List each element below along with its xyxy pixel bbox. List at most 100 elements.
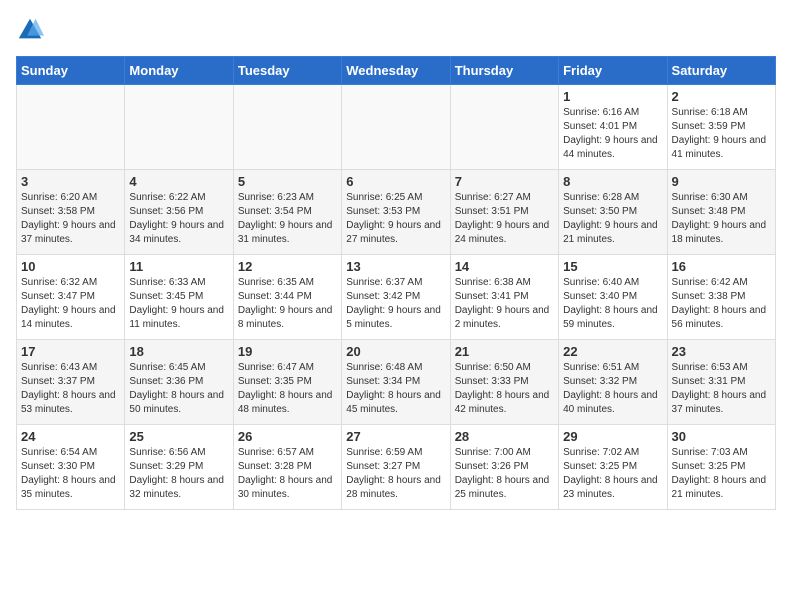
- calendar-header-row: SundayMondayTuesdayWednesdayThursdayFrid…: [17, 57, 776, 85]
- day-number: 17: [21, 344, 120, 359]
- day-info: Sunrise: 6:59 AM Sunset: 3:27 PM Dayligh…: [346, 446, 445, 502]
- day-number: 12: [238, 259, 337, 274]
- day-number: 8: [563, 174, 662, 189]
- calendar-cell: [17, 85, 125, 170]
- day-number: 3: [21, 174, 120, 189]
- day-number: 10: [21, 259, 120, 274]
- day-info: Sunrise: 7:03 AM Sunset: 3:25 PM Dayligh…: [672, 446, 771, 502]
- logo: [16, 16, 48, 44]
- calendar-cell: 16 Sunrise: 6:42 AM Sunset: 3:38 PM Dayli…: [667, 255, 775, 340]
- calendar-cell: 21 Sunrise: 6:50 AM Sunset: 3:33 PM Dayli…: [450, 340, 558, 425]
- calendar-cell: 22 Sunrise: 6:51 AM Sunset: 3:32 PM Dayli…: [559, 340, 667, 425]
- calendar-cell: 7Sunrise: 6:27 AM Sunset: 3:51 PM Daylig…: [450, 170, 558, 255]
- day-info: Sunrise: 6:27 AM Sunset: 3:51 PM Dayligh…: [455, 191, 554, 247]
- day-number: 29: [563, 429, 662, 444]
- day-info: Sunrise: 6:48 AM Sunset: 3:34 PM Dayligh…: [346, 361, 445, 417]
- day-number: 2: [672, 89, 771, 104]
- calendar-week-5: 24Sunrise: 6:54 AM Sunset: 3:30 PM Dayli…: [17, 425, 776, 510]
- logo-icon: [16, 16, 44, 44]
- day-info: Sunrise: 6:20 AM Sunset: 3:58 PM Dayligh…: [21, 191, 120, 247]
- calendar-cell: 28Sunrise: 7:00 AM Sunset: 3:26 PM Dayli…: [450, 425, 558, 510]
- calendar-cell: 27 Sunrise: 6:59 AM Sunset: 3:27 PM Dayli…: [342, 425, 450, 510]
- day-info: Sunrise: 6:51 AM Sunset: 3:32 PM Dayligh…: [563, 361, 662, 417]
- calendar-cell: 11 Sunrise: 6:33 AM Sunset: 3:45 PM Dayli…: [125, 255, 233, 340]
- calendar-week-3: 10 Sunrise: 6:32 AM Sunset: 3:47 PM Dayli…: [17, 255, 776, 340]
- calendar-cell: 24Sunrise: 6:54 AM Sunset: 3:30 PM Dayli…: [17, 425, 125, 510]
- calendar-cell: 6 Sunrise: 6:25 AM Sunset: 3:53 PM Daylig…: [342, 170, 450, 255]
- day-number: 26: [238, 429, 337, 444]
- day-number: 19: [238, 344, 337, 359]
- calendar-cell: 4 Sunrise: 6:22 AM Sunset: 3:56 PM Daylig…: [125, 170, 233, 255]
- calendar-cell: 18Sunrise: 6:45 AM Sunset: 3:36 PM Dayli…: [125, 340, 233, 425]
- calendar-cell: 17 Sunrise: 6:43 AM Sunset: 3:37 PM Dayli…: [17, 340, 125, 425]
- day-number: 27: [346, 429, 445, 444]
- day-number: 4: [129, 174, 228, 189]
- day-info: Sunrise: 6:28 AM Sunset: 3:50 PM Dayligh…: [563, 191, 662, 247]
- day-info: Sunrise: 6:40 AM Sunset: 3:40 PM Dayligh…: [563, 276, 662, 332]
- day-info: Sunrise: 6:23 AM Sunset: 3:54 PM Dayligh…: [238, 191, 337, 247]
- day-number: 11: [129, 259, 228, 274]
- calendar-cell: 19 Sunrise: 6:47 AM Sunset: 3:35 PM Dayli…: [233, 340, 341, 425]
- day-number: 15: [563, 259, 662, 274]
- day-number: 22: [563, 344, 662, 359]
- day-info: Sunrise: 6:54 AM Sunset: 3:30 PM Dayligh…: [21, 446, 120, 502]
- day-header-saturday: Saturday: [667, 57, 775, 85]
- calendar-cell: 10 Sunrise: 6:32 AM Sunset: 3:47 PM Dayli…: [17, 255, 125, 340]
- calendar-cell: 15 Sunrise: 6:40 AM Sunset: 3:40 PM Dayli…: [559, 255, 667, 340]
- calendar-cell: 1Sunrise: 6:16 AM Sunset: 4:01 PM Daylig…: [559, 85, 667, 170]
- day-info: Sunrise: 6:32 AM Sunset: 3:47 PM Dayligh…: [21, 276, 120, 332]
- day-number: 21: [455, 344, 554, 359]
- calendar-cell: 3 Sunrise: 6:20 AM Sunset: 3:58 PM Daylig…: [17, 170, 125, 255]
- day-header-thursday: Thursday: [450, 57, 558, 85]
- calendar-cell: [233, 85, 341, 170]
- calendar-cell: 5 Sunrise: 6:23 AM Sunset: 3:54 PM Daylig…: [233, 170, 341, 255]
- calendar-cell: [450, 85, 558, 170]
- day-info: Sunrise: 6:53 AM Sunset: 3:31 PM Dayligh…: [672, 361, 771, 417]
- calendar-week-4: 17 Sunrise: 6:43 AM Sunset: 3:37 PM Dayli…: [17, 340, 776, 425]
- calendar-cell: [342, 85, 450, 170]
- header: [16, 16, 776, 44]
- day-info: Sunrise: 6:57 AM Sunset: 3:28 PM Dayligh…: [238, 446, 337, 502]
- calendar-cell: 8 Sunrise: 6:28 AM Sunset: 3:50 PM Daylig…: [559, 170, 667, 255]
- day-info: Sunrise: 7:02 AM Sunset: 3:25 PM Dayligh…: [563, 446, 662, 502]
- day-info: Sunrise: 6:33 AM Sunset: 3:45 PM Dayligh…: [129, 276, 228, 332]
- day-info: Sunrise: 6:43 AM Sunset: 3:37 PM Dayligh…: [21, 361, 120, 417]
- day-number: 25: [129, 429, 228, 444]
- calendar-cell: 13 Sunrise: 6:37 AM Sunset: 3:42 PM Dayli…: [342, 255, 450, 340]
- day-info: Sunrise: 6:35 AM Sunset: 3:44 PM Dayligh…: [238, 276, 337, 332]
- day-number: 20: [346, 344, 445, 359]
- calendar-cell: 23Sunrise: 6:53 AM Sunset: 3:31 PM Dayli…: [667, 340, 775, 425]
- day-number: 14: [455, 259, 554, 274]
- calendar-cell: [125, 85, 233, 170]
- calendar-cell: 20 Sunrise: 6:48 AM Sunset: 3:34 PM Dayli…: [342, 340, 450, 425]
- day-info: Sunrise: 6:30 AM Sunset: 3:48 PM Dayligh…: [672, 191, 771, 247]
- calendar-cell: 26 Sunrise: 6:57 AM Sunset: 3:28 PM Dayli…: [233, 425, 341, 510]
- calendar-cell: 29 Sunrise: 7:02 AM Sunset: 3:25 PM Dayli…: [559, 425, 667, 510]
- day-info: Sunrise: 6:47 AM Sunset: 3:35 PM Dayligh…: [238, 361, 337, 417]
- day-info: Sunrise: 6:22 AM Sunset: 3:56 PM Dayligh…: [129, 191, 228, 247]
- day-info: Sunrise: 6:25 AM Sunset: 3:53 PM Dayligh…: [346, 191, 445, 247]
- day-number: 5: [238, 174, 337, 189]
- day-header-wednesday: Wednesday: [342, 57, 450, 85]
- day-header-monday: Monday: [125, 57, 233, 85]
- calendar-week-2: 3 Sunrise: 6:20 AM Sunset: 3:58 PM Daylig…: [17, 170, 776, 255]
- day-number: 16: [672, 259, 771, 274]
- calendar-table: SundayMondayTuesdayWednesdayThursdayFrid…: [16, 56, 776, 510]
- calendar-week-1: 1Sunrise: 6:16 AM Sunset: 4:01 PM Daylig…: [17, 85, 776, 170]
- day-number: 9: [672, 174, 771, 189]
- day-header-friday: Friday: [559, 57, 667, 85]
- day-number: 13: [346, 259, 445, 274]
- day-header-sunday: Sunday: [17, 57, 125, 85]
- day-info: Sunrise: 7:00 AM Sunset: 3:26 PM Dayligh…: [455, 446, 554, 502]
- day-number: 1: [563, 89, 662, 104]
- day-info: Sunrise: 6:37 AM Sunset: 3:42 PM Dayligh…: [346, 276, 445, 332]
- day-info: Sunrise: 6:50 AM Sunset: 3:33 PM Dayligh…: [455, 361, 554, 417]
- day-info: Sunrise: 6:18 AM Sunset: 3:59 PM Dayligh…: [672, 106, 771, 162]
- day-header-tuesday: Tuesday: [233, 57, 341, 85]
- calendar-cell: 14Sunrise: 6:38 AM Sunset: 3:41 PM Dayli…: [450, 255, 558, 340]
- day-info: Sunrise: 6:42 AM Sunset: 3:38 PM Dayligh…: [672, 276, 771, 332]
- day-info: Sunrise: 6:56 AM Sunset: 3:29 PM Dayligh…: [129, 446, 228, 502]
- calendar-cell: 25 Sunrise: 6:56 AM Sunset: 3:29 PM Dayli…: [125, 425, 233, 510]
- day-number: 6: [346, 174, 445, 189]
- calendar-cell: 2 Sunrise: 6:18 AM Sunset: 3:59 PM Daylig…: [667, 85, 775, 170]
